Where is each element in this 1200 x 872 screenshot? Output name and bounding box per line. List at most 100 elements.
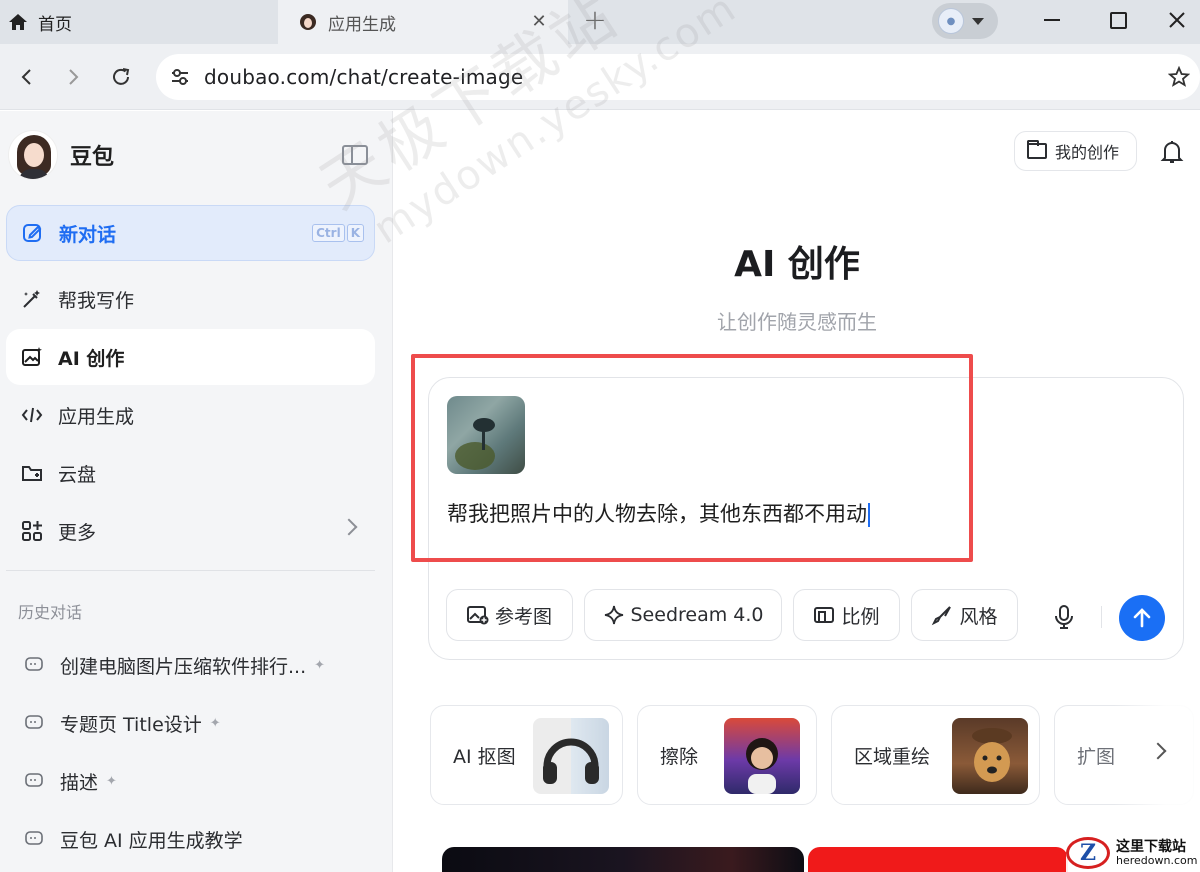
new-chat-label: 新对话 — [59, 223, 117, 246]
chat-bubble-icon — [25, 773, 43, 787]
aspect-ratio-label: 比例 — [841, 605, 880, 628]
writing-wand-icon — [20, 287, 44, 311]
code-icon — [20, 403, 44, 427]
shortcut-key-k: K — [346, 224, 364, 242]
main-panel: 我的创作 AI 创作 让创作随灵感而生 帮我把照片中的人物去除，其他东西都不用动… — [394, 111, 1200, 872]
reload-button[interactable] — [106, 62, 136, 92]
bell-icon[interactable] — [1160, 139, 1184, 165]
sidebar-item-app-generation-label: 应用生成 — [58, 405, 135, 428]
page-title: AI 创作 — [734, 244, 860, 285]
history-item[interactable]: 豆包 AI 应用生成教学 — [24, 825, 243, 853]
gallery-thumbnail[interactable] — [442, 847, 804, 872]
sidebar: 豆包 新对话 Ctrl K 帮我写作 AI 创作 应用生成 云盘 更多 历史对话… — [0, 111, 393, 872]
feature-card-erase[interactable]: 擦除 — [637, 705, 817, 805]
style-label: 风格 — [959, 605, 998, 628]
home-icon — [9, 14, 27, 30]
pin-icon: ✦ — [209, 715, 221, 731]
gallery-thumbnail[interactable] — [808, 847, 1068, 872]
browser-tab-bar: 首页 应用生成 ✕ + ● — [0, 0, 1200, 44]
style-button[interactable]: 风格 — [911, 589, 1018, 641]
brush-icon — [931, 604, 953, 626]
chat-bubble-icon — [25, 657, 43, 671]
folder-icon — [1027, 140, 1047, 159]
headphones-image — [533, 718, 609, 794]
pin-icon: ✦ — [314, 657, 326, 673]
feature-card-inpaint-label: 区域重绘 — [854, 745, 931, 768]
annotation-highlight-box — [411, 354, 973, 562]
shortcut-hint: Ctrl K — [312, 224, 364, 242]
close-tab-icon[interactable]: ✕ — [528, 11, 550, 33]
site-settings-icon[interactable] — [170, 67, 190, 87]
image-add-icon — [466, 604, 489, 626]
chat-bubble-icon — [25, 831, 43, 845]
history-item[interactable]: 创建电脑图片压缩软件排行... ✦ — [24, 651, 325, 679]
sidebar-divider — [6, 570, 375, 571]
aspect-ratio-button[interactable]: 比例 — [793, 589, 900, 641]
my-creations-button[interactable]: 我的创作 — [1014, 131, 1137, 171]
model-label: Seedream 4.0 — [630, 604, 764, 626]
dog-photo-image — [952, 718, 1028, 794]
close-icon — [1169, 12, 1185, 28]
browser-address-bar: doubao.com/chat/create-image — [0, 44, 1200, 110]
feature-card-cutout[interactable]: AI 抠图 — [430, 705, 623, 805]
window-close-button[interactable] — [1154, 0, 1200, 40]
grid-more-icon — [20, 519, 44, 543]
corner-logo-name: 这里下载站 — [1116, 838, 1186, 855]
brand[interactable]: 豆包 — [8, 129, 114, 181]
window-maximize-button[interactable] — [1088, 0, 1148, 40]
feature-card-inpaint[interactable]: 区域重绘 — [831, 705, 1040, 805]
ratio-icon — [813, 604, 835, 626]
history-title: 历史对话 — [18, 603, 83, 622]
history-item-label: 专题页 Title设计 — [60, 713, 202, 736]
sidebar-item-ai-create-label: AI 创作 — [58, 347, 125, 370]
tab-app-generation-label: 应用生成 — [328, 14, 396, 35]
doubao-favicon — [300, 14, 316, 30]
url-text: doubao.com/chat/create-image — [204, 65, 524, 89]
model-select-button[interactable]: Seedream 4.0 — [584, 589, 782, 641]
chevron-right-icon — [340, 518, 358, 536]
feature-card-cutout-label: AI 抠图 — [453, 745, 516, 768]
arrow-right-icon — [69, 69, 79, 85]
url-field[interactable]: doubao.com/chat/create-image — [156, 54, 1200, 100]
profile-menu-button[interactable]: ● — [932, 3, 998, 39]
window-minimize-button[interactable] — [1022, 0, 1082, 40]
feature-card-expand-label: 扩图 — [1077, 745, 1116, 768]
sidebar-item-more-label: 更多 — [58, 521, 97, 544]
corner-logo: Z 这里下载站 heredown.com — [1066, 834, 1200, 872]
new-chat-button[interactable]: 新对话 Ctrl K — [6, 205, 375, 261]
chat-bubble-icon — [25, 715, 43, 729]
forward-button[interactable] — [58, 62, 88, 92]
reference-image-button[interactable]: 参考图 — [446, 589, 573, 641]
back-button[interactable] — [12, 62, 42, 92]
sidebar-item-cloud-drive[interactable]: 云盘 — [6, 445, 375, 501]
send-button[interactable] — [1119, 595, 1165, 641]
arrow-up-icon — [1133, 608, 1151, 628]
edit-icon — [21, 221, 45, 245]
heredown-logo-icon: Z — [1066, 837, 1110, 869]
sidebar-item-ai-create[interactable]: AI 创作 — [6, 329, 375, 385]
sidebar-item-more[interactable]: 更多 — [6, 503, 375, 559]
toolbar-divider — [1101, 606, 1102, 628]
sidebar-item-writing[interactable]: 帮我写作 — [6, 271, 375, 327]
history-item[interactable]: 描述 ✦ — [24, 767, 117, 795]
sidebar-item-cloud-drive-label: 云盘 — [58, 463, 97, 486]
sparkle-icon — [603, 604, 625, 626]
sidebar-item-app-generation[interactable]: 应用生成 — [6, 387, 375, 443]
doubao-avatar — [8, 130, 58, 180]
new-tab-button[interactable]: + — [580, 6, 610, 36]
microphone-icon[interactable] — [1053, 604, 1075, 630]
page-subtitle: 让创作随灵感而生 — [717, 310, 877, 334]
arrow-left-icon — [21, 69, 31, 85]
cloud-drive-icon — [20, 461, 44, 485]
history-item[interactable]: 专题页 Title设计 ✦ — [24, 709, 221, 737]
reference-image-label: 参考图 — [494, 605, 552, 628]
pin-icon: ✦ — [106, 773, 117, 789]
chevron-down-icon — [972, 17, 984, 25]
sidebar-item-writing-label: 帮我写作 — [58, 289, 135, 312]
bookmark-star-icon[interactable] — [1168, 66, 1190, 88]
tab-home[interactable]: 首页 — [0, 0, 278, 44]
feature-card-erase-label: 擦除 — [660, 745, 699, 768]
image-create-icon — [20, 345, 44, 369]
tab-app-generation[interactable]: 应用生成 ✕ — [278, 0, 568, 44]
sidebar-toggle-icon[interactable] — [342, 145, 368, 165]
